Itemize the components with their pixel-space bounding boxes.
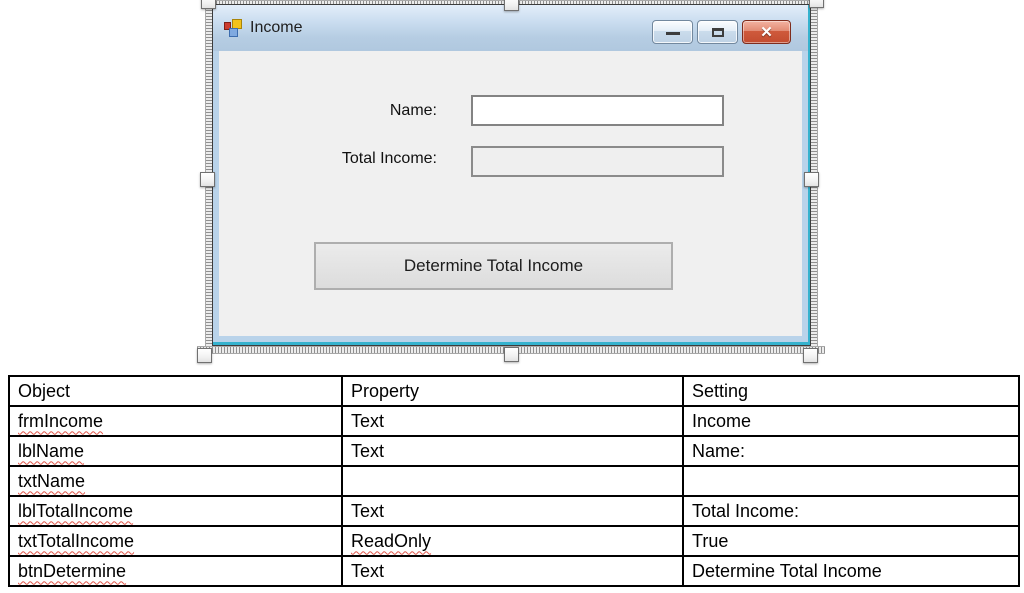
resize-handle-bottom-right[interactable] bbox=[803, 348, 818, 363]
cell-setting: Total Income: bbox=[683, 496, 1019, 526]
cell-object: frmIncome bbox=[9, 406, 342, 436]
form-title: Income bbox=[250, 19, 302, 37]
winforms-app-icon bbox=[224, 19, 242, 37]
cell-object: txtTotalIncome bbox=[9, 526, 342, 556]
cell-text: txtTotalIncome bbox=[18, 531, 134, 551]
resize-handle-middle-right[interactable] bbox=[804, 172, 819, 187]
cell-text: Text bbox=[351, 441, 384, 461]
table-row: txtTotalIncome ReadOnly True bbox=[9, 526, 1019, 556]
cell-object: txtName bbox=[9, 466, 342, 496]
cell-property: Text bbox=[342, 406, 683, 436]
cell-setting bbox=[683, 466, 1019, 496]
minimize-icon bbox=[666, 32, 680, 35]
cell-setting: Determine Total Income bbox=[683, 556, 1019, 586]
cell-text: Name: bbox=[692, 441, 745, 461]
settings-table-body: frmIncome Text Income lblName Text Name: txtNa… bbox=[9, 406, 1019, 586]
cell-property: Text bbox=[342, 496, 683, 526]
close-button[interactable]: ✕ bbox=[742, 20, 791, 44]
cell-setting: Name: bbox=[683, 436, 1019, 466]
cell-text: ReadOnly bbox=[351, 531, 431, 551]
resize-handle-bottom-left[interactable] bbox=[197, 348, 212, 363]
cell-property bbox=[342, 466, 683, 496]
cell-object: lblTotalIncome bbox=[9, 496, 342, 526]
cell-text: Text bbox=[351, 561, 384, 581]
form-titlebar[interactable]: Income ✕ bbox=[213, 5, 808, 51]
cell-text: btnDetermine bbox=[18, 561, 126, 581]
cell-text: Text bbox=[351, 501, 384, 521]
cell-setting: True bbox=[683, 526, 1019, 556]
cell-text: Determine Total Income bbox=[692, 561, 882, 581]
header-property: Property bbox=[342, 376, 683, 406]
table-row: lblTotalIncome Text Total Income: bbox=[9, 496, 1019, 526]
cell-text: Total Income: bbox=[692, 501, 799, 521]
settings-table: Object Property Setting frmIncome Text Inc… bbox=[8, 375, 1020, 587]
close-icon: ✕ bbox=[760, 25, 773, 40]
resize-handle-top-middle[interactable] bbox=[504, 0, 519, 11]
determine-total-income-button[interactable]: Determine Total Income bbox=[314, 242, 673, 290]
cell-text: True bbox=[692, 531, 728, 551]
cell-object: btnDetermine bbox=[9, 556, 342, 586]
table-row: txtName bbox=[9, 466, 1019, 496]
resize-handle-bottom-middle[interactable] bbox=[504, 347, 519, 362]
cell-object: lblName bbox=[9, 436, 342, 466]
header-setting: Setting bbox=[683, 376, 1019, 406]
cell-property: Text bbox=[342, 436, 683, 466]
total-income-textbox[interactable] bbox=[471, 146, 724, 177]
cell-text: txtName bbox=[18, 471, 85, 491]
cell-text: Text bbox=[351, 411, 384, 431]
maximize-button[interactable] bbox=[697, 20, 738, 44]
minimize-button[interactable] bbox=[652, 20, 693, 44]
cell-text: lblName bbox=[18, 441, 84, 461]
table-row: btnDetermine Text Determine Total Income bbox=[9, 556, 1019, 586]
header-object: Object bbox=[9, 376, 342, 406]
total-income-label: Total Income: bbox=[219, 150, 437, 168]
resize-handle-top-right[interactable] bbox=[809, 0, 824, 8]
cell-setting: Income bbox=[683, 406, 1019, 436]
name-textbox[interactable] bbox=[471, 95, 724, 126]
maximize-icon bbox=[712, 28, 724, 37]
form-frame: Name: Total Income: Determine Total Inco… bbox=[213, 51, 808, 342]
resize-handle-middle-left[interactable] bbox=[200, 172, 215, 187]
form-window: Income ✕ Name: Total Income: Determine T… bbox=[213, 5, 810, 345]
cell-text: frmIncome bbox=[18, 411, 103, 431]
cell-property: Text bbox=[342, 556, 683, 586]
name-label: Name: bbox=[219, 102, 437, 120]
form-canvas: Name: Total Income: Determine Total Inco… bbox=[219, 51, 802, 336]
resize-handle-top-left[interactable] bbox=[201, 0, 216, 9]
cell-text: Income bbox=[692, 411, 751, 431]
cell-property: ReadOnly bbox=[342, 526, 683, 556]
table-row: lblName Text Name: bbox=[9, 436, 1019, 466]
cell-text: lblTotalIncome bbox=[18, 501, 133, 521]
table-row: frmIncome Text Income bbox=[9, 406, 1019, 436]
table-header-row: Object Property Setting bbox=[9, 376, 1019, 406]
